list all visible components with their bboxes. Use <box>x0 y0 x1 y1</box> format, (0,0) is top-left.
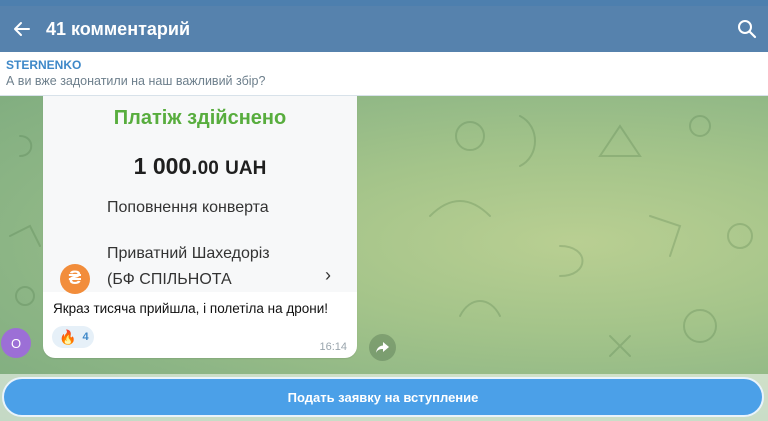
payment-status: Платіж здійснено <box>113 107 287 129</box>
message-time: 16:14 <box>319 341 347 353</box>
share-button[interactable] <box>369 334 396 361</box>
payment-description: Поповнення конверта <box>107 199 269 216</box>
footer-bar: Подать заявку на вступление <box>0 374 768 421</box>
message-bubble[interactable]: Платіж здійснено 1 000.00 UAH Поповнення… <box>43 96 357 358</box>
payment-recipient: Приватний Шахедоріз (БФ СПІЛЬНОТА <box>107 241 270 293</box>
chevron-right-icon: › <box>325 265 331 285</box>
avatar[interactable]: O <box>1 328 31 358</box>
back-button[interactable] <box>0 6 44 52</box>
page-title: 41 комментарий <box>46 18 191 39</box>
hryvnia-icon: ₴ <box>60 264 90 294</box>
message-text: Якраз тисяча прийшла, і полетіла на дрон… <box>53 301 329 316</box>
pinned-message[interactable]: STERNENKO А ви вже задонатили на наш важ… <box>0 52 768 96</box>
reaction-count: 4 <box>82 331 89 343</box>
payment-recipient-line1: Приватний Шахедоріз <box>107 245 270 262</box>
payment-recipient-line2: (БФ СПІЛЬНОТА <box>107 271 232 288</box>
chat-area[interactable]: Платіж здійснено 1 000.00 UAH Поповнення… <box>0 96 768 421</box>
arrow-left-icon <box>14 22 30 36</box>
payment-amount-cents: 00 <box>197 158 219 179</box>
payment-receipt-image[interactable]: Платіж здійснено 1 000.00 UAH Поповнення… <box>43 96 357 294</box>
pinned-text: А ви вже задонатили на наш важливий збір… <box>6 74 266 88</box>
payment-amount: 1 000.00 UAH <box>43 153 357 180</box>
search-icon <box>738 20 757 39</box>
fire-icon: 🔥 <box>59 329 77 345</box>
reaction-badge[interactable]: 🔥 4 <box>52 326 94 348</box>
share-icon <box>376 342 389 353</box>
payment-amount-main: 1 000. <box>133 153 198 179</box>
search-button[interactable] <box>734 16 760 42</box>
join-request-button[interactable]: Подать заявку на вступление <box>2 377 764 417</box>
app-bar: 41 комментарий <box>0 6 768 52</box>
pinned-author: STERNENKO <box>6 58 82 72</box>
payment-currency: UAH <box>225 158 267 179</box>
